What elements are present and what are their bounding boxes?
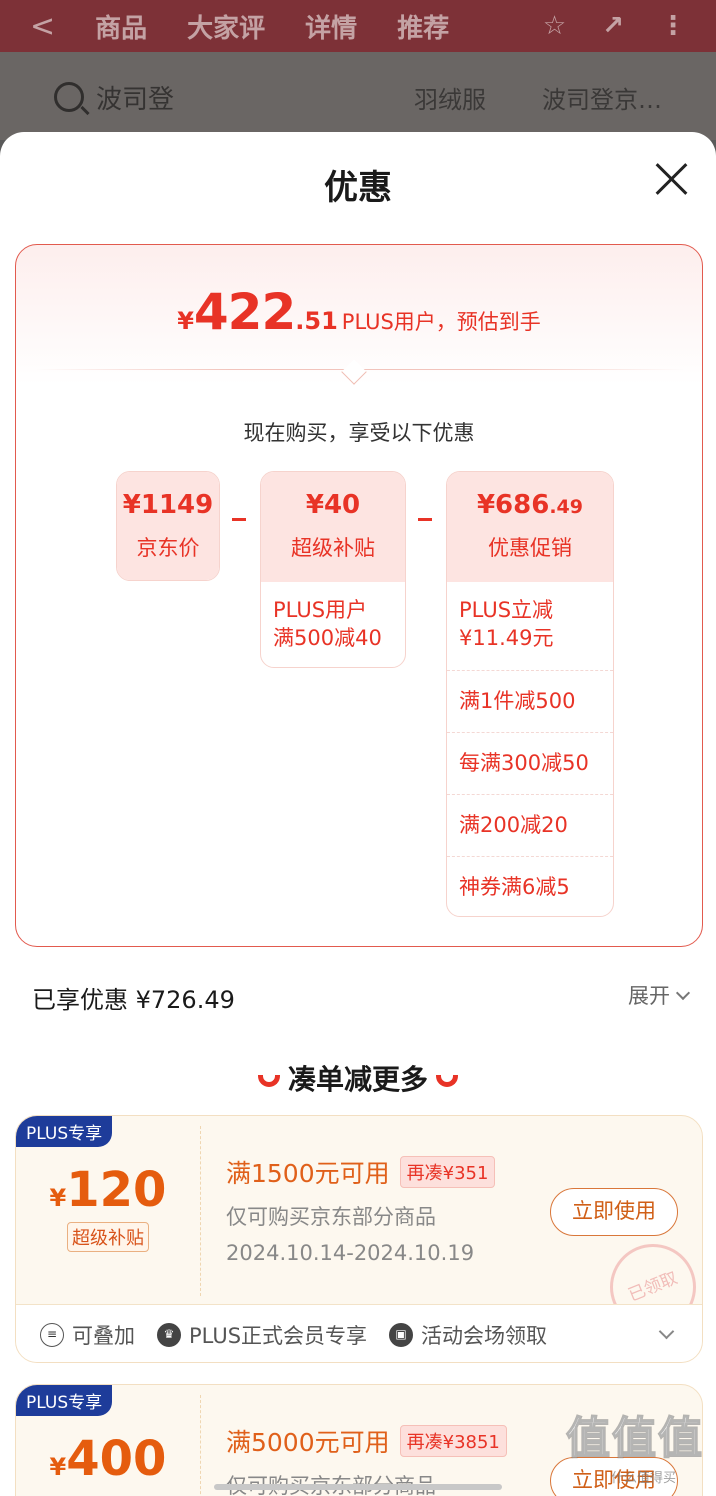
feature-label: PLUS正式会员专享 xyxy=(189,1323,368,1348)
coupon-features: ≡ 可叠加 ♛ PLUS正式会员专享 ▣ 活动会场领取 xyxy=(16,1304,702,1362)
smile-icon xyxy=(436,1075,458,1087)
tab-reviews: 大家评 xyxy=(187,13,266,44)
feature-label: 可叠加 xyxy=(72,1323,135,1348)
coupon-card: PLUS专享 ¥120 超级补贴 满1500元可用 再凑¥351 仅可购买京东部分… xyxy=(15,1115,703,1363)
tab-details: 详情 xyxy=(305,13,358,44)
use-now-button[interactable]: 立即使用 xyxy=(550,1188,678,1236)
coupon-divider xyxy=(200,1395,201,1496)
sheet-title: 优惠 xyxy=(324,168,392,208)
stack-icon: ≡ xyxy=(40,1322,64,1347)
estimated-price: ¥422.51 PLUS用户，预估到手 xyxy=(16,283,702,341)
ticket-icon: ▣ xyxy=(389,1322,414,1347)
promo-box: ¥686.49 优惠促销 PLUS立减 ¥11.49元 满1件减500 每满30… xyxy=(446,471,614,917)
jd-price-head: ¥1149 京东价 xyxy=(117,472,219,580)
promo-detail: 每满300减50 xyxy=(447,732,613,794)
minus-sign xyxy=(418,518,432,521)
watermark-logo: 值值值 xyxy=(565,1412,704,1465)
promo-detail: 满200减20 xyxy=(447,794,613,856)
breakdown-caption: 现在购买，享受以下优惠 xyxy=(243,421,475,445)
promo-amount-dec: .49 xyxy=(549,496,584,518)
divider-caret xyxy=(341,359,367,385)
feature-stackable: ≡ 可叠加 xyxy=(40,1320,135,1350)
subsidy-label: 超级补贴 xyxy=(291,536,375,560)
coupon-condition: 满1500元可用 再凑¥351 xyxy=(226,1154,496,1190)
discount-sheet: 优惠 ¥422.51 PLUS用户，预估到手 现在购买，享受以下优惠 ¥1149 … xyxy=(0,132,716,1496)
coupon-amount: ¥400 xyxy=(16,1431,200,1487)
home-indicator xyxy=(214,1484,502,1490)
search-icon xyxy=(54,82,84,112)
back-icon: < xyxy=(30,8,56,44)
coupon-condition-text: 满1500元可用 xyxy=(226,1159,390,1188)
watermark-caption: 什么值得买 xyxy=(610,1471,676,1486)
coupon-condition-text: 满5000元可用 xyxy=(226,1428,390,1457)
close-icon[interactable] xyxy=(654,162,688,196)
coupon-value: 120 xyxy=(66,1162,167,1218)
jd-price-box: ¥1149 京东价 xyxy=(116,471,220,581)
chevron-down-icon xyxy=(675,985,691,1000)
promo-head: ¥686.49 优惠促销 xyxy=(447,472,613,582)
coupon-divider xyxy=(200,1126,201,1296)
tab-goods: 商品 xyxy=(95,13,148,44)
search-keyword: 羽绒服 xyxy=(414,85,486,114)
coupon-scope: 仅可购买京东部分商品 xyxy=(226,1470,436,1496)
subsidy-detail: PLUS用户 满500减40 xyxy=(273,598,382,650)
crown-icon: ♛ xyxy=(157,1322,181,1347)
promo-amount: ¥686.49 xyxy=(447,472,613,520)
background-search-bar: 波司登 羽绒服 波司登京… xyxy=(0,62,716,132)
coupon-currency: ¥ xyxy=(49,1453,67,1481)
feature-venue: ▣ 活动会场领取 xyxy=(389,1320,547,1350)
add-more-chip: 再凑¥3851 xyxy=(399,1425,507,1457)
coupon-condition: 满5000元可用 再凑¥3851 xyxy=(226,1423,507,1459)
more-icon: ⋮ xyxy=(660,11,686,41)
promo-amount-int: ¥686 xyxy=(476,490,550,520)
tab-recommend: 推荐 xyxy=(397,13,450,44)
coupon-amount: ¥120 超级补贴 xyxy=(16,1162,200,1252)
more-savings-heading: 凑单减更多 xyxy=(0,1058,716,1098)
coupon-subtag: 超级补贴 xyxy=(67,1222,149,1252)
coupon-date: 2024.10.14-2024.10.19 xyxy=(226,1241,475,1265)
expand-label: 展开 xyxy=(628,984,670,1008)
nav-right-icons: ☆ ↗ ⋮ xyxy=(543,11,686,41)
promo-label: 优惠促销 xyxy=(488,536,572,560)
price-decimal: .51 xyxy=(295,307,338,335)
plus-exclusive-tag: PLUS专享 xyxy=(16,1116,113,1147)
feature-label: 活动会场领取 xyxy=(421,1323,548,1348)
subsidy-head: ¥40 超级补贴 xyxy=(261,472,405,582)
search-keyword: 波司登京… xyxy=(542,85,662,114)
jd-price-label: 京东价 xyxy=(136,536,200,560)
smile-icon xyxy=(257,1075,280,1087)
promo-detail: 满1件减500 xyxy=(447,670,613,732)
price-breakdown-card: ¥422.51 PLUS用户，预估到手 现在购买，享受以下优惠 ¥1149 京东价… xyxy=(15,244,703,947)
coupon-currency: ¥ xyxy=(49,1184,67,1212)
currency-symbol: ¥ xyxy=(177,307,194,335)
jd-price-amount: ¥1149 xyxy=(122,490,214,520)
plus-exclusive-tag: PLUS专享 xyxy=(16,1385,113,1416)
price-integer: 422 xyxy=(193,283,296,341)
enjoyed-discount-total: 已享优惠 ¥726.49 xyxy=(32,986,235,1014)
minus-sign xyxy=(232,518,246,521)
subsidy-amount: ¥40 xyxy=(305,490,361,520)
price-note: PLUS用户，预估到手 xyxy=(341,310,541,334)
background-nav-bar: < 商品 大家评 详情 推荐 ☆ ↗ ⋮ xyxy=(0,0,716,52)
more-savings-title: 凑单减更多 xyxy=(287,1063,428,1096)
subsidy-box: ¥40 超级补贴 PLUS用户 满500减40 xyxy=(260,471,406,668)
add-more-chip: 再凑¥351 xyxy=(399,1156,496,1188)
search-query: 波司登 xyxy=(96,84,175,115)
star-icon: ☆ xyxy=(542,11,567,41)
promo-detail: 神券满6减5 xyxy=(447,856,613,916)
chevron-down-icon[interactable] xyxy=(658,1323,675,1340)
promo-detail: PLUS立减 ¥11.49元 xyxy=(459,598,554,650)
coupon-scope: 仅可购买京东部分商品 xyxy=(226,1205,436,1229)
coupon-value: 400 xyxy=(66,1431,167,1487)
share-icon: ↗ xyxy=(602,11,624,41)
feature-plus-member: ♛ PLUS正式会员专享 xyxy=(157,1320,367,1350)
expand-button[interactable]: 展开 xyxy=(628,980,691,1010)
